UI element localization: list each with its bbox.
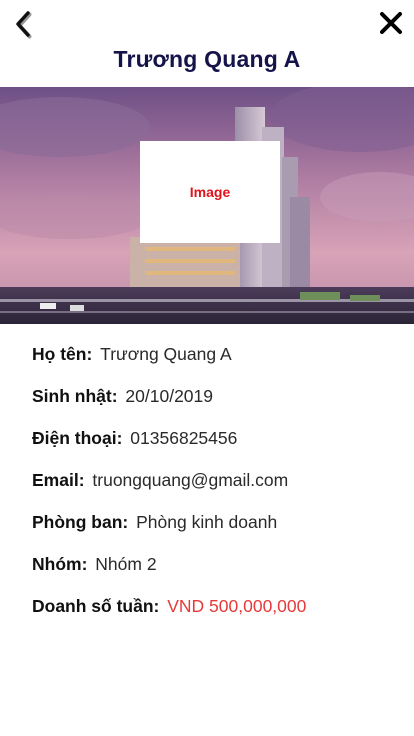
group-row: Nhóm: Nhóm 2 xyxy=(32,554,392,596)
sales-value: VND 500,000,000 xyxy=(167,596,307,616)
close-button[interactable] xyxy=(378,10,404,36)
name-row: Họ tên: Trương Quang A xyxy=(32,344,392,386)
email-label: Email: xyxy=(32,470,85,490)
phone-label: Điện thoại: xyxy=(32,428,123,448)
image-placeholder: Image xyxy=(140,141,280,243)
sales-label: Doanh số tuần: xyxy=(32,596,160,616)
employee-detail-screen: Trương Quang A Image Họ tên: Trương Quan… xyxy=(0,0,414,736)
back-button[interactable] xyxy=(10,8,38,40)
profile-details: Họ tên: Trương Quang A Sinh nhật: 20/10/… xyxy=(32,344,392,638)
page-title: Trương Quang A xyxy=(113,46,301,72)
header: Trương Quang A xyxy=(0,0,414,86)
sales-row: Doanh số tuần: VND 500,000,000 xyxy=(32,596,392,638)
birthday-row: Sinh nhật: 20/10/2019 xyxy=(32,386,392,428)
chevron-left-icon xyxy=(16,11,32,39)
close-icon xyxy=(380,12,402,34)
department-row: Phòng ban: Phòng kinh doanh xyxy=(32,512,392,554)
name-label: Họ tên: xyxy=(32,344,93,364)
phone-value[interactable]: 01356825456 xyxy=(130,428,237,448)
email-row: Email: truongquang@gmail.com xyxy=(32,470,392,512)
birthday-label: Sinh nhật: xyxy=(32,386,118,406)
department-value: Phòng kinh doanh xyxy=(136,512,278,532)
birthday-value: 20/10/2019 xyxy=(125,386,214,406)
phone-row: Điện thoại: 01356825456 xyxy=(32,428,392,470)
email-value[interactable]: truongquang@gmail.com xyxy=(92,470,288,490)
group-label: Nhóm: xyxy=(32,554,88,574)
department-label: Phòng ban: xyxy=(32,512,129,532)
group-value: Nhóm 2 xyxy=(95,554,157,574)
name-value: Trương Quang A xyxy=(100,344,232,364)
